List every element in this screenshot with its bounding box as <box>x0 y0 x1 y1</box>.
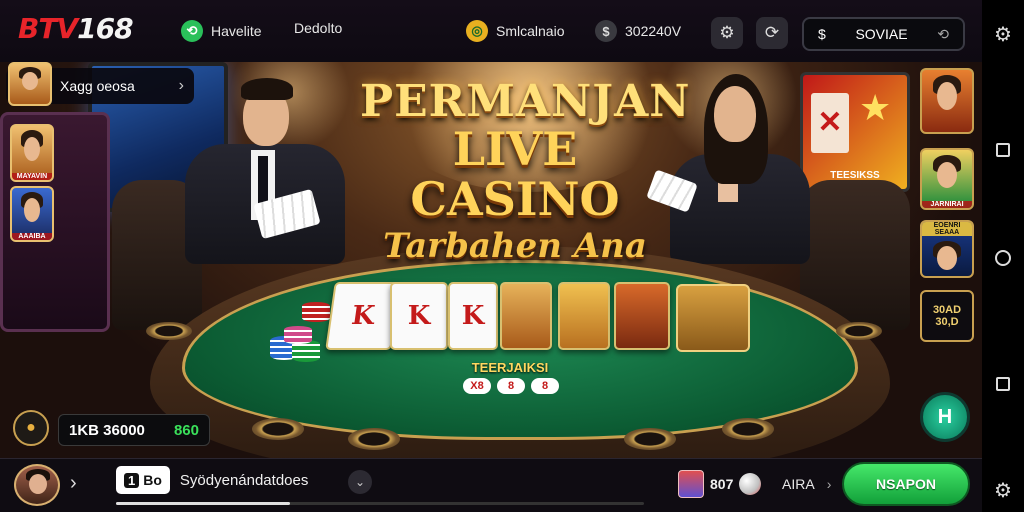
title-line-2: LIVE CASINO <box>410 122 620 226</box>
play-now-button[interactable]: NSAPON <box>842 462 970 506</box>
refresh-icon: ⟲ <box>937 25 949 42</box>
title-line-3: Tarbahen Ana <box>383 226 647 266</box>
host-name: Xagg oeosa <box>60 78 135 94</box>
table-card: K <box>390 282 448 350</box>
chevron-down-icon[interactable]: ⌄ <box>348 470 372 494</box>
host-avatar <box>8 62 52 106</box>
bet-spot[interactable]: X8 <box>463 378 491 394</box>
brand-logo[interactable]: BTV168 <box>18 12 134 45</box>
nav-simulasi[interactable]: ◎ Smlcalnaio <box>466 20 564 42</box>
promo-poster-right: ✕ ★ TEESIKSS <box>800 72 910 192</box>
game-tile[interactable]: AAAIBA <box>10 186 54 242</box>
table-card-face <box>558 282 610 350</box>
game-tile[interactable] <box>920 68 974 134</box>
settings-gear-icon[interactable]: ⚙ <box>993 24 1013 46</box>
nav-coins[interactable]: $ 302240V <box>595 20 681 42</box>
refresh-icon: ⟳ <box>764 23 780 42</box>
progress-bar <box>116 502 644 505</box>
gift-counter[interactable]: 807 <box>678 470 762 498</box>
table-card-face <box>614 282 670 350</box>
lobby-icon: H <box>937 405 953 428</box>
chevron-right-icon: › <box>178 77 184 94</box>
nav-deposit[interactable]: Dedolto <box>294 20 342 36</box>
game-tile[interactable]: 30AD 30,D <box>920 290 974 342</box>
game-tile[interactable]: MAYAVIN <box>10 124 54 182</box>
lobby-button[interactable]: H <box>920 392 970 442</box>
treasure-box <box>676 284 750 352</box>
chip-stack <box>284 326 312 344</box>
gear-icon: ⚙ <box>719 23 735 42</box>
progress-fill <box>116 502 291 505</box>
account-button[interactable]: $ SOVIAE ⟲ <box>802 17 965 51</box>
user-avatar[interactable] <box>14 464 60 506</box>
aria-link[interactable]: AIRA › <box>782 476 831 492</box>
game-tile[interactable]: EOENRI SEAAA <box>920 220 974 278</box>
chip-stack <box>302 302 330 322</box>
game-tile[interactable]: JARNIRAI <box>920 148 974 210</box>
table-label: TEERJAIKSI <box>471 360 549 375</box>
top-bar: BTV168 ⟲ Havelite Dedolto ◎ Smlcalnaio $… <box>0 0 982 62</box>
room-tag: 1 Bo <box>116 466 170 494</box>
room-info[interactable]: 1 Bo Syödyenándatdoes <box>116 466 308 494</box>
coin-button[interactable]: ● <box>13 410 49 446</box>
table-card-face <box>500 282 552 350</box>
settings-gear-icon[interactable]: ⚙ <box>993 480 1013 502</box>
system-nav-bar: ⚙ ⚙ <box>982 0 1024 512</box>
nav-favorite[interactable]: ⟲ Havelite <box>181 20 262 42</box>
balance-display: 1KB 36000 860 <box>58 414 210 446</box>
coin-icon: ◎ <box>466 20 488 42</box>
table-card: K <box>448 282 498 350</box>
back-square-icon[interactable] <box>993 374 1013 394</box>
room-name: Syödyenándatdoes <box>179 471 309 489</box>
host-chip[interactable]: Xagg oeosa › <box>6 62 194 106</box>
wallet-icon: $ <box>595 20 617 42</box>
ball-icon <box>739 473 762 495</box>
bet-spot[interactable]: 8 <box>531 378 559 394</box>
refresh-button[interactable]: ⟳ <box>756 17 788 49</box>
chevron-right-icon: › <box>826 476 832 492</box>
gift-icon <box>678 470 704 498</box>
bet-spot[interactable]: 8 <box>497 378 525 394</box>
favorite-icon: ⟲ <box>181 20 203 42</box>
dollar-icon: $ <box>818 26 826 42</box>
promo-title: PERMANJAN LIVE CASINO Tarbahen Ana <box>360 76 691 268</box>
home-circle-icon[interactable] <box>993 248 1013 268</box>
coin-icon: ● <box>26 419 36 436</box>
title-line-1: PERMANJAN <box>360 76 691 127</box>
chevron-right-icon[interactable]: › <box>70 472 77 495</box>
table-bet-spots: X8 8 8 <box>463 378 559 394</box>
recents-square-icon[interactable] <box>993 140 1013 160</box>
settings-button[interactable]: ⚙ <box>711 17 743 49</box>
